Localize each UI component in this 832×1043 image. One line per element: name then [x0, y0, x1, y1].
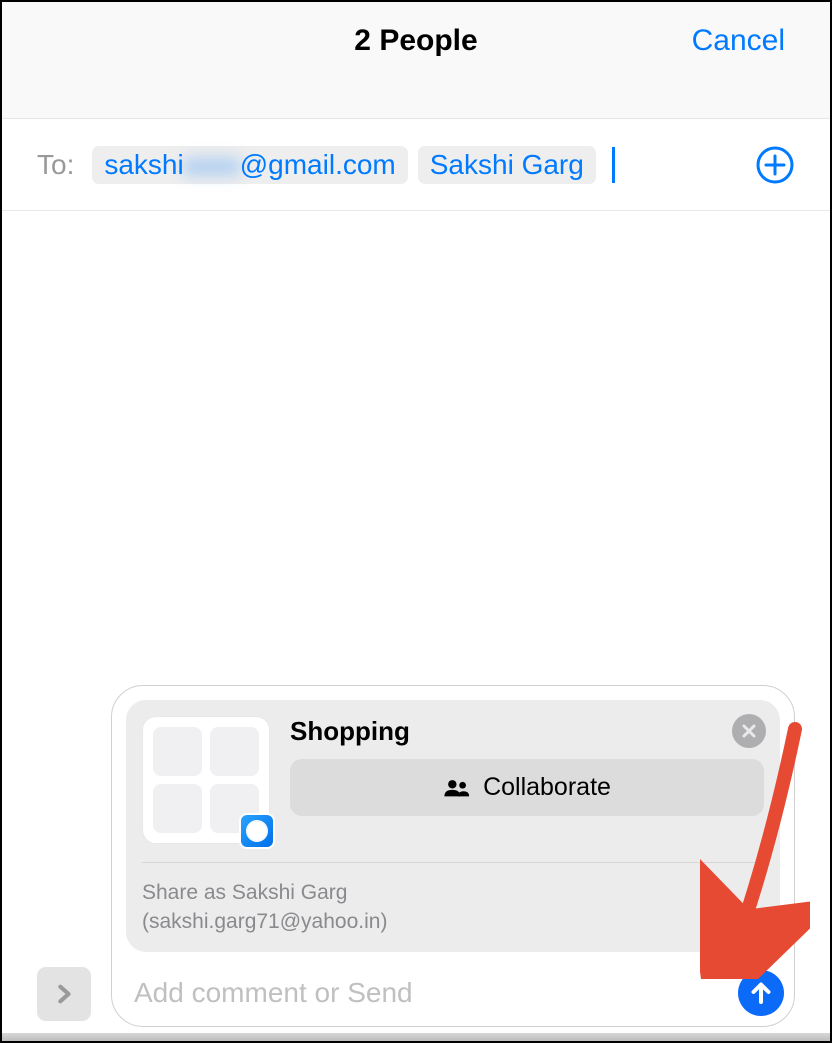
tab-tile [153, 727, 202, 776]
header-bar: 2 People Cancel [2, 2, 830, 119]
expand-apps-button[interactable] [37, 967, 91, 1021]
chevron-right-icon [53, 983, 75, 1005]
collaborate-button[interactable]: Collaborate [290, 759, 764, 816]
compose-row: Shopping Collaborate S [37, 685, 795, 1027]
cancel-button[interactable]: Cancel [692, 24, 785, 58]
bottom-edge-bar [2, 1033, 830, 1041]
tab-tile [153, 784, 202, 833]
to-label: To: [37, 149, 74, 181]
comment-input[interactable] [134, 977, 728, 1009]
share-attachment-card: Shopping Collaborate S [126, 700, 780, 952]
contact-chip-email[interactable]: sakshixxxx@gmail.com [92, 146, 407, 184]
add-contact-button[interactable] [755, 145, 795, 185]
people-icon [443, 778, 471, 798]
contact-chip-name[interactable]: Sakshi Garg [418, 146, 596, 184]
compose-bubble: Shopping Collaborate S [111, 685, 795, 1027]
send-button[interactable] [738, 970, 784, 1016]
share-item-title: Shopping [290, 716, 764, 747]
safari-app-badge [239, 813, 275, 849]
close-icon [741, 723, 757, 739]
safari-icon [244, 818, 270, 844]
tab-group-preview [142, 716, 270, 844]
page-title: 2 People [354, 24, 477, 58]
tab-tile [210, 727, 259, 776]
share-as-info: Share as Sakshi Garg (sakshi.garg71@yaho… [142, 863, 764, 936]
text-cursor [612, 147, 615, 183]
arrow-up-icon [749, 981, 773, 1005]
plus-circle-icon [755, 145, 795, 185]
to-field-row[interactable]: To: sakshixxxx@gmail.com Sakshi Garg [2, 119, 830, 211]
